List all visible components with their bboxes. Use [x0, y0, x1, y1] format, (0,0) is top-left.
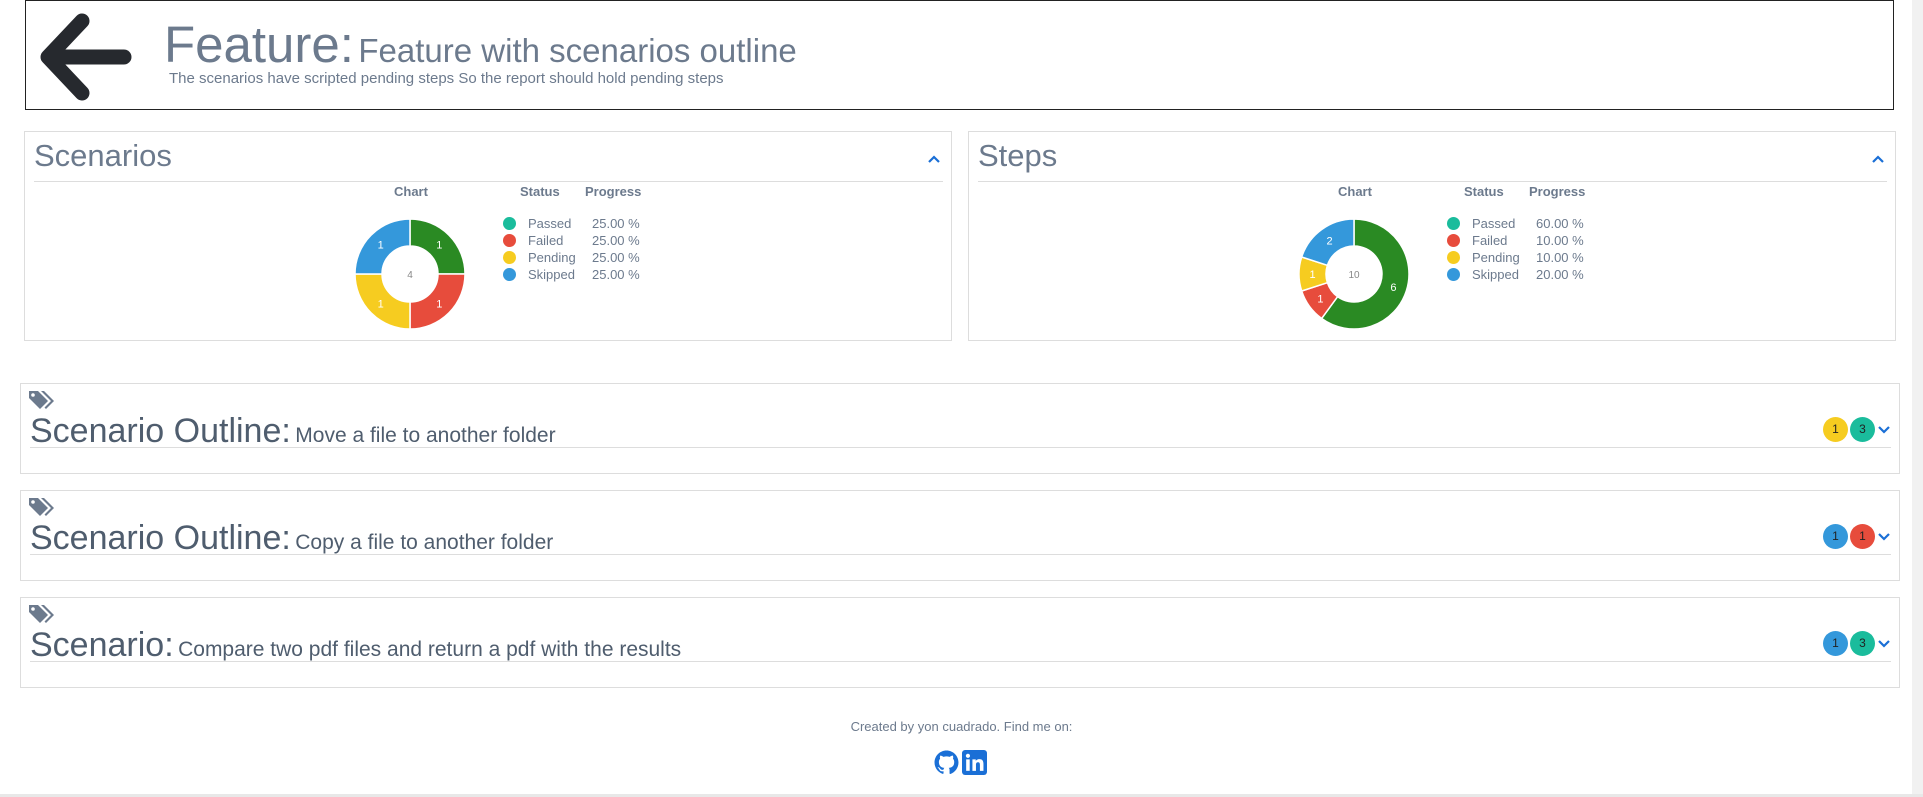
chart-column-header: Chart — [1338, 184, 1372, 199]
panel-title: Steps — [978, 138, 1058, 173]
failed-count-badge: 1 — [1850, 524, 1875, 549]
arrow-circle-right-icon — [1447, 268, 1460, 281]
panel-title: Scenarios — [34, 138, 172, 173]
feature-description: The scenarios have scripted pending step… — [169, 70, 724, 87]
tags-icon — [29, 391, 54, 409]
skipped-count-badge: 1 — [1823, 631, 1848, 656]
steps-summary-panel: Steps Chart Status Progress 6 1 1 2 10 Passe… — [968, 131, 1896, 341]
scenario-card[interactable]: Scenario Outline: Copy a file to another… — [20, 490, 1900, 581]
tags-icon — [29, 498, 54, 516]
slice-label-failed: 1 — [436, 298, 442, 310]
slice-label-failed: 1 — [1317, 293, 1323, 305]
feature-name: Feature with scenarios outline — [358, 32, 797, 69]
status-label: Failed — [1472, 233, 1508, 248]
chevron-up-icon[interactable] — [1871, 152, 1885, 166]
exclamation-circle-icon — [1447, 234, 1460, 247]
divider — [978, 181, 1887, 182]
scenario-title: Scenario Outline: Copy a file to another… — [30, 519, 553, 558]
progress-value: 60.00 % — [1536, 216, 1584, 231]
donut-total: 10 — [1348, 270, 1360, 281]
arrow-circle-right-icon — [503, 268, 516, 281]
chevron-down-icon[interactable] — [1877, 530, 1891, 544]
status-label: Skipped — [1472, 267, 1519, 282]
scenario-title: Scenario: Compare two pdf files and retu… — [30, 626, 681, 665]
chevron-down-icon[interactable] — [1877, 423, 1891, 437]
divider — [30, 661, 1891, 662]
github-icon[interactable] — [934, 750, 959, 775]
scenarios-summary-panel: Scenarios Chart Status Progress 1 1 1 1 4 Pa… — [24, 131, 952, 341]
feature-title: Feature: Feature with scenarios outline — [164, 15, 797, 74]
divider — [30, 554, 1891, 555]
chart-column-header: Chart — [394, 184, 428, 199]
tags-icon — [29, 605, 54, 623]
page-scrollbar[interactable] — [1912, 0, 1923, 794]
chevron-up-icon[interactable] — [927, 152, 941, 166]
scenario-keyword: Scenario Outline: — [30, 412, 291, 450]
scenario-keyword: Scenario: — [30, 626, 174, 664]
feature-header: Feature: Feature with scenarios outline … — [25, 0, 1894, 110]
check-circle-icon — [503, 217, 516, 230]
progress-column-header: Progress — [1529, 184, 1586, 199]
progress-column-header: Progress — [585, 184, 642, 199]
divider — [30, 447, 1891, 448]
slice-label-passed: 6 — [1390, 282, 1396, 294]
status-column-header: Status — [1464, 184, 1504, 199]
scenario-name: Move a file to another folder — [295, 424, 556, 447]
divider — [34, 181, 943, 182]
slice-label-pending: 1 — [378, 298, 384, 310]
status-label: Pending — [1472, 250, 1520, 265]
passed-count-badge: 3 — [1850, 631, 1875, 656]
scenario-card[interactable]: Scenario Outline: Move a file to another… — [20, 383, 1900, 474]
slice-label-skipped: 1 — [378, 240, 384, 252]
scenario-name: Copy a file to another folder — [295, 531, 554, 554]
progress-value: 20.00 % — [1536, 267, 1584, 282]
slice-label-skipped: 2 — [1327, 235, 1333, 247]
check-circle-icon — [1447, 217, 1460, 230]
donut-total: 4 — [407, 270, 413, 281]
steps-donut-chart: 6 11 2 10 — [1298, 218, 1410, 330]
progress-value: 25.00 % — [592, 267, 640, 282]
progress-value: 10.00 % — [1536, 233, 1584, 248]
exclamation-circle-icon — [503, 234, 516, 247]
progress-value: 10.00 % — [1536, 250, 1584, 265]
footer-credit: Created by yon cuadrado. Find me on: — [850, 719, 1073, 734]
feature-keyword: Feature: — [164, 16, 354, 73]
minus-circle-icon — [1447, 251, 1460, 264]
progress-value: 25.00 % — [592, 250, 640, 265]
progress-value: 25.00 % — [592, 233, 640, 248]
status-label: Skipped — [528, 267, 575, 282]
scenario-keyword: Scenario Outline: — [30, 519, 291, 557]
scenario-title: Scenario Outline: Move a file to another… — [30, 412, 556, 451]
status-label: Pending — [528, 250, 576, 265]
pending-count-badge: 1 — [1823, 417, 1848, 442]
chevron-down-icon[interactable] — [1877, 637, 1891, 651]
progress-value: 25.00 % — [592, 216, 640, 231]
scenario-card[interactable]: Scenario: Compare two pdf files and retu… — [20, 597, 1900, 688]
slice-label-passed: 1 — [436, 240, 442, 252]
skipped-count-badge: 1 — [1823, 524, 1848, 549]
slice-label-pending: 1 — [1309, 269, 1315, 281]
linkedin-icon[interactable] — [962, 750, 987, 775]
passed-count-badge: 3 — [1850, 417, 1875, 442]
status-label: Passed — [528, 216, 572, 231]
scenarios-donut-chart: 1 1 1 1 4 — [354, 218, 466, 330]
status-label: Failed — [528, 233, 564, 248]
status-column-header: Status — [520, 184, 560, 199]
scenario-name: Compare two pdf files and return a pdf w… — [178, 638, 682, 661]
status-label: Passed — [1472, 216, 1516, 231]
minus-circle-icon — [503, 251, 516, 264]
arrow-left-icon[interactable] — [38, 13, 138, 101]
